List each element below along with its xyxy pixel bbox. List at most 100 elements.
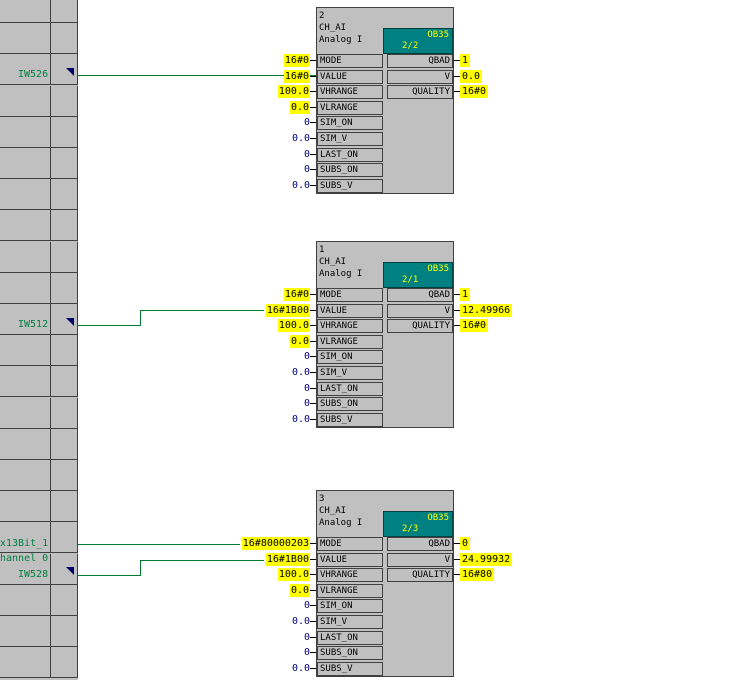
margin-cell xyxy=(51,242,78,273)
input-port-sim-v[interactable]: SIM_V xyxy=(317,132,383,146)
input-value[interactable]: 16#0 xyxy=(283,54,310,67)
input-value[interactable]: 0.0 xyxy=(292,413,310,426)
input-value[interactable]: 0 xyxy=(304,646,310,659)
margin-cell xyxy=(0,86,51,117)
input-port-subs-v[interactable]: SUBS_V xyxy=(317,661,383,676)
input-value[interactable]: 0 xyxy=(304,631,310,644)
output-value[interactable]: 1 xyxy=(460,54,471,67)
input-value[interactable]: 0 xyxy=(304,382,310,395)
margin-cell xyxy=(0,616,51,647)
signal-iw528[interactable]: IW528 xyxy=(18,569,48,580)
input-value[interactable]: 100.0 xyxy=(277,319,310,333)
input-port-vlrange[interactable]: VLRANGE xyxy=(317,100,383,115)
block-ch-ai-1[interactable]: 1 CH_AI Analog I OB35 2/1 MODE VALUE VHRANGE VLR… xyxy=(316,241,454,428)
input-port-sim-v[interactable]: SIM_V xyxy=(317,615,383,629)
signal-iw512[interactable]: IW512 xyxy=(18,319,48,330)
ob-runtime-box[interactable]: OB35 2/2 xyxy=(383,28,453,54)
input-value[interactable]: 0.0 xyxy=(292,615,310,628)
output-port-quality[interactable]: QUALITY xyxy=(387,319,453,334)
input-value[interactable]: 0 xyxy=(304,350,310,363)
output-value[interactable]: 0.0 xyxy=(460,69,483,83)
margin-cell xyxy=(0,179,51,210)
input-value[interactable]: 0 xyxy=(304,163,310,176)
output-port-quality[interactable]: QUALITY xyxy=(387,85,453,100)
input-value[interactable]: 0.0 xyxy=(289,100,310,114)
wire-mode-b3[interactable] xyxy=(78,544,240,545)
output-port-v[interactable]: V xyxy=(387,552,453,567)
output-value[interactable]: 1 xyxy=(460,288,471,301)
output-port-qbad[interactable]: QBAD xyxy=(387,537,453,551)
input-port-value[interactable]: VALUE xyxy=(317,303,383,318)
wire-iw512-b[interactable] xyxy=(140,310,141,326)
input-value[interactable]: 16#80000203 xyxy=(241,537,310,550)
input-value[interactable]: 16#1B00 xyxy=(265,552,310,566)
input-port-subs-on[interactable]: SUBS_ON xyxy=(317,646,383,661)
input-value[interactable]: 0.0 xyxy=(292,132,310,145)
input-value[interactable]: 0.0 xyxy=(289,583,310,597)
output-value[interactable]: 0 xyxy=(460,537,471,550)
input-value[interactable]: 0.0 xyxy=(292,366,310,379)
output-port-qbad[interactable]: QBAD xyxy=(387,54,453,68)
input-port-subs-on[interactable]: SUBS_ON xyxy=(317,163,383,178)
wire-iw512-c[interactable] xyxy=(140,310,264,311)
input-port-sim-v[interactable]: SIM_V xyxy=(317,366,383,380)
input-port-subs-v[interactable]: SUBS_V xyxy=(317,412,383,427)
wire-iw528-b[interactable] xyxy=(140,560,141,576)
input-port-last-on[interactable]: LAST_ON xyxy=(317,147,383,162)
input-port-sim-on[interactable]: SIM_ON xyxy=(317,116,383,131)
input-port-vlrange[interactable]: VLRANGE xyxy=(317,334,383,349)
block-ch-ai-3[interactable]: 3 CH_AI Analog I OB35 2/3 MODE VALUE VHRANGE VLR… xyxy=(316,490,454,677)
input-value[interactable]: 0 xyxy=(304,116,310,129)
margin-cell xyxy=(51,86,78,117)
output-port-quality[interactable]: QUALITY xyxy=(387,568,453,583)
input-port-subs-on[interactable]: SUBS_ON xyxy=(317,397,383,412)
input-value[interactable]: 16#0 xyxy=(283,69,310,83)
input-value[interactable]: 0.0 xyxy=(289,334,310,348)
input-port-last-on[interactable]: LAST_ON xyxy=(317,381,383,396)
pin-line xyxy=(310,122,316,124)
input-port-vhrange[interactable]: VHRANGE xyxy=(317,319,383,334)
input-value[interactable]: 100.0 xyxy=(277,85,310,99)
block-ch-ai-2[interactable]: 2 CH_AI Analog I OB35 2/2 MODE VALUE VHRANGE VLR… xyxy=(316,7,454,194)
pin-line xyxy=(310,558,316,560)
output-port-v[interactable]: V xyxy=(387,69,453,84)
input-value[interactable]: 16#1B00 xyxy=(265,303,310,317)
input-value[interactable]: 0 xyxy=(304,148,310,161)
input-port-subs-v[interactable]: SUBS_V xyxy=(317,178,383,193)
input-value[interactable]: 0.0 xyxy=(292,662,310,675)
wire-iw512-a[interactable] xyxy=(78,325,140,326)
output-value[interactable]: 12.49966 xyxy=(460,303,513,317)
input-port-sim-on[interactable]: SIM_ON xyxy=(317,599,383,614)
output-value[interactable]: 24.99932 xyxy=(460,552,513,566)
output-value[interactable]: 16#0 xyxy=(460,85,489,99)
input-port-mode[interactable]: MODE xyxy=(317,288,383,302)
input-port-value[interactable]: VALUE xyxy=(317,552,383,567)
input-port-mode[interactable]: MODE xyxy=(317,54,383,68)
input-port-vhrange[interactable]: VHRANGE xyxy=(317,568,383,583)
signal-x13bit[interactable]: x13Bit_1 xyxy=(0,538,48,549)
input-port-last-on[interactable]: LAST_ON xyxy=(317,630,383,645)
pin-line xyxy=(310,574,316,576)
ob-runtime-box[interactable]: OB35 2/1 xyxy=(383,262,453,288)
wire-iw526[interactable] xyxy=(78,75,316,76)
signal-iw526[interactable]: IW526 xyxy=(18,69,48,80)
signal-channel0[interactable]: hannel 0 xyxy=(0,553,48,564)
input-value[interactable]: 0 xyxy=(304,599,310,612)
input-port-mode[interactable]: MODE xyxy=(317,537,383,551)
input-value[interactable]: 100.0 xyxy=(277,568,310,582)
input-value[interactable]: 16#0 xyxy=(283,288,310,301)
input-port-vlrange[interactable]: VLRANGE xyxy=(317,583,383,598)
wire-iw528-a[interactable] xyxy=(78,575,140,576)
input-port-vhrange[interactable]: VHRANGE xyxy=(317,85,383,100)
margin-cell xyxy=(51,335,78,366)
output-port-v[interactable]: V xyxy=(387,303,453,318)
wire-iw528-c[interactable] xyxy=(140,560,264,561)
input-port-sim-on[interactable]: SIM_ON xyxy=(317,350,383,365)
input-value[interactable]: 0.0 xyxy=(292,179,310,192)
output-port-qbad[interactable]: QBAD xyxy=(387,288,453,302)
input-port-value[interactable]: VALUE xyxy=(317,69,383,84)
output-value[interactable]: 16#0 xyxy=(460,319,489,333)
input-value[interactable]: 0 xyxy=(304,397,310,410)
output-value[interactable]: 16#80 xyxy=(460,568,495,582)
ob-runtime-box[interactable]: OB35 2/3 xyxy=(383,511,453,537)
